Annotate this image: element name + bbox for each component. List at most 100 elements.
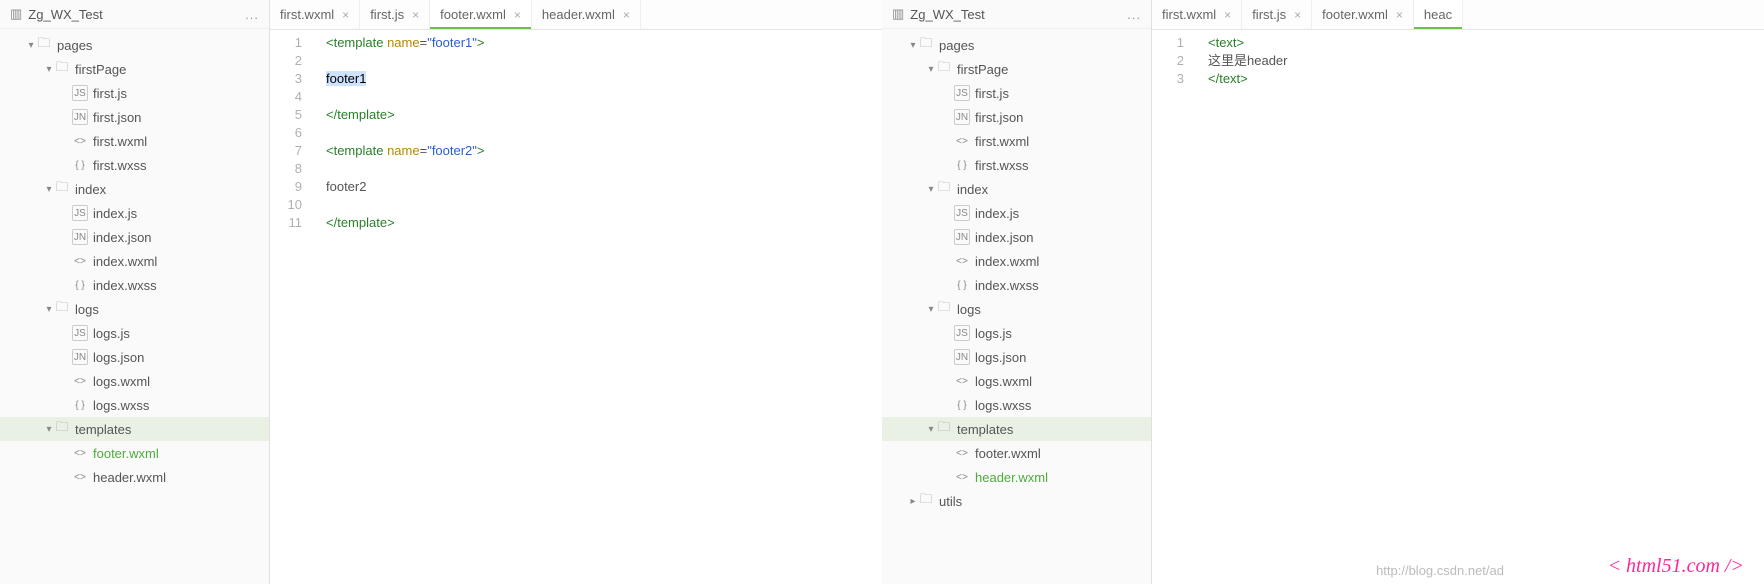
tree-item[interactable]: { }logs.wxss xyxy=(0,393,269,417)
code-line[interactable]: </template> xyxy=(310,106,882,124)
code-line[interactable] xyxy=(310,88,882,106)
expander-icon[interactable]: ▾ xyxy=(926,184,936,195)
tree-item[interactable]: JNfirst.json xyxy=(882,105,1151,129)
tree-item-label: logs.json xyxy=(975,350,1026,365)
left-more-button[interactable]: ... xyxy=(245,7,259,22)
code-line[interactable]: 这里是header xyxy=(1192,52,1764,70)
tree-item[interactable]: ▾🗀firstPage xyxy=(882,57,1151,81)
expander-icon[interactable]: ▸ xyxy=(908,496,918,507)
code-line[interactable]: <text> xyxy=(1192,34,1764,52)
close-icon[interactable]: × xyxy=(342,8,349,22)
tree-item[interactable]: <>index.wxml xyxy=(882,249,1151,273)
tree-item[interactable]: ▾🗀index xyxy=(882,177,1151,201)
code-line[interactable] xyxy=(310,196,882,214)
expander-icon[interactable]: ▾ xyxy=(26,40,36,51)
tree-item[interactable]: ▾🗀logs xyxy=(882,297,1151,321)
close-icon[interactable]: × xyxy=(1224,8,1231,22)
close-icon[interactable]: × xyxy=(412,8,419,22)
editor-tab[interactable]: first.js× xyxy=(1242,0,1312,29)
expander-icon[interactable]: ▾ xyxy=(44,184,54,195)
editor-tab[interactable]: first.wxml× xyxy=(1152,0,1242,29)
editor-tab[interactable]: footer.wxml × xyxy=(1312,0,1414,29)
tree-item[interactable]: JSindex.js xyxy=(882,201,1151,225)
expander-icon[interactable]: ▾ xyxy=(44,64,54,75)
editor-tab[interactable]: first.wxml× xyxy=(270,0,360,29)
code-line[interactable]: </template> xyxy=(310,214,882,232)
close-icon[interactable]: × xyxy=(1396,8,1403,22)
close-icon[interactable]: × xyxy=(514,8,521,22)
tree-item[interactable]: JNlogs.json xyxy=(0,345,269,369)
tree-item[interactable]: JSfirst.js xyxy=(882,81,1151,105)
tree-item[interactable]: JNfirst.json xyxy=(0,105,269,129)
code-line[interactable] xyxy=(310,52,882,70)
file-icon: { } xyxy=(954,277,970,293)
right-more-button[interactable]: ... xyxy=(1127,7,1141,22)
code-line[interactable] xyxy=(310,160,882,178)
tree-item[interactable]: <>header.wxml xyxy=(882,465,1151,489)
tree-item[interactable]: ▾🗀pages xyxy=(882,33,1151,57)
right-code[interactable]: <text>这里是header</text> xyxy=(1192,30,1764,584)
tree-item[interactable]: <>header.wxml xyxy=(0,465,269,489)
tree-item-label: logs.wxml xyxy=(975,374,1032,389)
code-line[interactable]: footer1 xyxy=(310,70,882,88)
folder-icon: 🗀 xyxy=(54,61,70,77)
editor-tab[interactable]: heac xyxy=(1414,0,1463,29)
tree-item[interactable]: JSfirst.js xyxy=(0,81,269,105)
code-line[interactable]: footer2 xyxy=(310,178,882,196)
tree-item[interactable]: JNindex.json xyxy=(882,225,1151,249)
right-file-tree[interactable]: ▾🗀pages▾🗀firstPageJSfirst.jsJNfirst.json… xyxy=(882,29,1151,584)
right-code-area[interactable]: 123 <text>这里是header</text> xyxy=(1152,30,1764,584)
tree-item[interactable]: ▾🗀templates xyxy=(882,417,1151,441)
tree-item[interactable]: ▾🗀index xyxy=(0,177,269,201)
tree-item[interactable]: JSindex.js xyxy=(0,201,269,225)
expander-icon[interactable]: ▾ xyxy=(926,304,936,315)
tree-item[interactable]: <>index.wxml xyxy=(0,249,269,273)
tree-item[interactable]: { }index.wxss xyxy=(0,273,269,297)
tree-item-label: index.js xyxy=(93,206,137,221)
tree-item[interactable]: <>footer.wxml xyxy=(0,441,269,465)
tree-item[interactable]: <>logs.wxml xyxy=(0,369,269,393)
left-code[interactable]: <template name="footer1"> footer1 </templa… xyxy=(310,30,882,584)
left-code-area[interactable]: 1234567891011 <template name="footer1">f… xyxy=(270,30,882,584)
file-icon: <> xyxy=(72,469,88,485)
code-line[interactable]: </text> xyxy=(1192,70,1764,88)
left-file-tree[interactable]: ▾🗀pages▾🗀firstPageJSfirst.jsJNfirst.json… xyxy=(0,29,269,584)
tree-item[interactable]: { }first.wxss xyxy=(882,153,1151,177)
expander-icon[interactable]: ▾ xyxy=(908,40,918,51)
file-icon: <> xyxy=(72,445,88,461)
tree-item[interactable]: ▸🗀utils xyxy=(882,489,1151,513)
tree-item[interactable]: { }index.wxss xyxy=(882,273,1151,297)
code-line[interactable] xyxy=(310,124,882,142)
tree-item-label: logs.js xyxy=(975,326,1012,341)
file-icon: <> xyxy=(72,133,88,149)
close-icon[interactable]: × xyxy=(1294,8,1301,22)
tree-item[interactable]: JSlogs.js xyxy=(0,321,269,345)
editor-tab[interactable]: header.wxml× xyxy=(532,0,641,29)
tree-item[interactable]: JNlogs.json xyxy=(882,345,1151,369)
close-icon[interactable]: × xyxy=(623,8,630,22)
tree-item-label: pages xyxy=(939,38,974,53)
tree-item[interactable]: <>first.wxml xyxy=(882,129,1151,153)
tree-item[interactable]: ▾🗀logs xyxy=(0,297,269,321)
tree-item[interactable]: { }logs.wxss xyxy=(882,393,1151,417)
right-project-title: Zg_WX_Test xyxy=(910,7,1127,22)
expander-icon[interactable]: ▾ xyxy=(44,304,54,315)
tree-item[interactable]: ▾🗀firstPage xyxy=(0,57,269,81)
tree-item[interactable]: <>footer.wxml xyxy=(882,441,1151,465)
tree-item[interactable]: ▾🗀templates xyxy=(0,417,269,441)
tree-item[interactable]: JNindex.json xyxy=(0,225,269,249)
tree-item[interactable]: <>first.wxml xyxy=(0,129,269,153)
code-line[interactable]: <template name="footer1"> xyxy=(310,34,882,52)
expander-icon[interactable]: ▾ xyxy=(926,64,936,75)
code-line[interactable]: <template name="footer2"> xyxy=(310,142,882,160)
tree-item[interactable]: { }first.wxss xyxy=(0,153,269,177)
project-icon: ▥ xyxy=(10,6,22,22)
tree-item[interactable]: JSlogs.js xyxy=(882,321,1151,345)
tree-item[interactable]: ▾🗀pages xyxy=(0,33,269,57)
tab-label: footer.wxml xyxy=(1322,7,1388,22)
tree-item[interactable]: <>logs.wxml xyxy=(882,369,1151,393)
expander-icon[interactable]: ▾ xyxy=(44,424,54,435)
expander-icon[interactable]: ▾ xyxy=(926,424,936,435)
editor-tab[interactable]: footer.wxml× xyxy=(430,0,532,29)
editor-tab[interactable]: first.js× xyxy=(360,0,430,29)
